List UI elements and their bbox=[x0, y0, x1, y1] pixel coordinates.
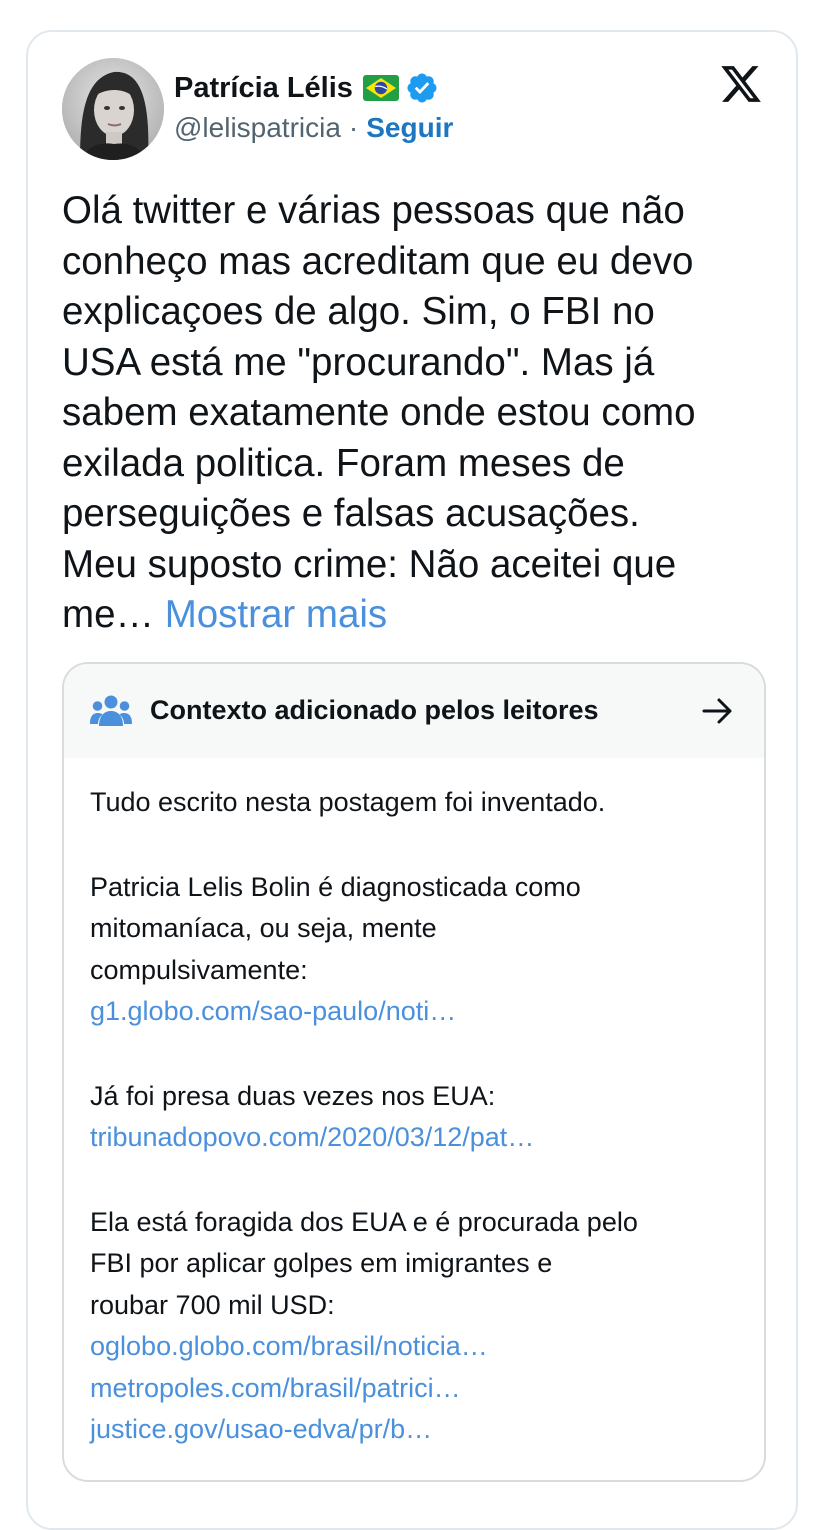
community-note-header[interactable]: Contexto adicionado pelos leitores bbox=[64, 664, 764, 758]
verified-badge-icon bbox=[407, 73, 437, 103]
note-paragraph: Ela está foragida dos EUA e é procurada … bbox=[90, 1202, 750, 1451]
note-text-line: compulsivamente: bbox=[90, 954, 308, 985]
tweet-line: Meu suposto crime: Não aceitei que bbox=[62, 542, 677, 586]
source-link[interactable]: g1.globo.com/sao-paulo/noti… bbox=[90, 991, 750, 1033]
note-text-line: Ela está foragida dos EUA e é procurada … bbox=[90, 1206, 638, 1237]
tweet-line: exilada politica. Foram meses de bbox=[62, 441, 625, 485]
note-text-line: mitomaníaca, ou seja, mente bbox=[90, 913, 437, 943]
note-text-line: FBI por aplicar golpes em imigrantes e bbox=[90, 1248, 553, 1278]
note-text-line: roubar 700 mil USD: bbox=[90, 1289, 335, 1320]
x-logo-icon[interactable] bbox=[718, 62, 764, 106]
tweet-line: explicaçoes de algo. Sim, o FBI no bbox=[62, 290, 655, 333]
avatar-portrait-icon bbox=[62, 58, 164, 160]
note-paragraph: Já foi presa duas vezes nos EUA: tribuna… bbox=[90, 1076, 750, 1159]
show-more-link[interactable]: Mostrar mais bbox=[165, 593, 387, 636]
source-link[interactable]: tribunadopovo.com/2020/03/12/pat… bbox=[90, 1117, 750, 1159]
follow-button[interactable]: Seguir bbox=[366, 112, 453, 144]
author-handle-row: @lelispatricia · Seguir bbox=[174, 112, 453, 144]
source-link[interactable]: oglobo.globo.com/brasil/noticia… bbox=[90, 1326, 750, 1368]
community-note: Contexto adicionado pelos leitores Tudo … bbox=[62, 662, 766, 1482]
note-paragraph: Patricia Lelis Bolin é diagnosticada com… bbox=[90, 867, 750, 1033]
tweet-line: sabem exatamente onde estou como bbox=[62, 391, 696, 434]
tweet-text: Olá twitter e várias pessoas que não conh… bbox=[62, 186, 762, 641]
note-text-line: Tudo escrito nesta postagem foi inventad… bbox=[90, 787, 606, 817]
community-note-body: Tudo escrito nesta postagem foi inventad… bbox=[90, 782, 750, 1480]
arrow-right-icon[interactable] bbox=[702, 696, 734, 726]
tweet-card[interactable]: Patrícia Lélis @lelispatricia · Seguir O… bbox=[26, 30, 798, 1530]
source-link[interactable]: justice.gov/usao-edva/pr/b… bbox=[90, 1409, 750, 1451]
author-handle[interactable]: @lelispatricia bbox=[174, 112, 341, 144]
tweet-line: conheço mas acreditam que eu devo bbox=[62, 239, 694, 283]
author-name-row: Patrícia Lélis bbox=[174, 68, 439, 108]
community-note-title: Contexto adicionado pelos leitores bbox=[150, 695, 599, 725]
tweet-line: Olá twitter e várias pessoas que não bbox=[62, 189, 685, 232]
note-text-line: Já foi presa duas vezes nos EUA: bbox=[90, 1080, 496, 1111]
tweet-last-line: me… Mostrar mais bbox=[62, 590, 762, 641]
note-paragraph: Tudo escrito nesta postagem foi inventad… bbox=[90, 782, 750, 824]
tweet-truncated-text: me… bbox=[62, 593, 154, 636]
author-avatar[interactable] bbox=[62, 58, 164, 160]
separator-dot: · bbox=[348, 112, 359, 143]
brazil-flag-icon bbox=[362, 75, 399, 101]
tweet-line: perseguições e falsas acusações. bbox=[62, 492, 640, 535]
tweet-line: USA está me "procurando". Mas já bbox=[62, 340, 655, 384]
people-icon bbox=[90, 695, 132, 726]
author-display-name[interactable]: Patrícia Lélis bbox=[174, 72, 353, 105]
source-link[interactable]: metropoles.com/brasil/patrici… bbox=[90, 1368, 750, 1410]
note-text-line: Patricia Lelis Bolin é diagnosticada com… bbox=[90, 871, 581, 902]
